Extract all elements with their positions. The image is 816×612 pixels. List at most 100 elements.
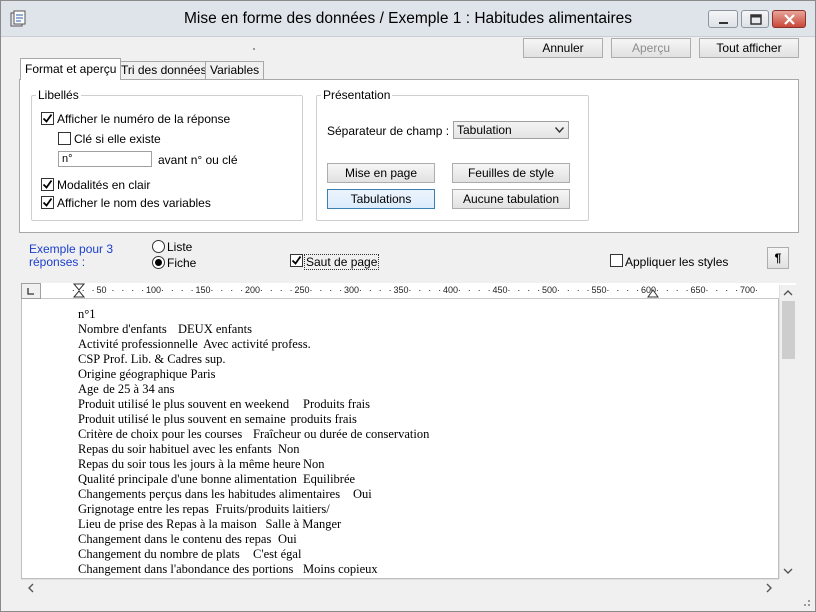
presentation-group: Présentation Séparateur de champ : Tabul…: [316, 88, 589, 221]
ruler-dot: [736, 290, 738, 291]
maximize-button[interactable]: [741, 10, 769, 28]
document-line: Produit utilisé le plus souvent en weeke…: [78, 397, 371, 411]
ruler-tick-label: 700: [740, 285, 756, 295]
tab-data-sort[interactable]: Tri des données: [116, 61, 212, 79]
ruler-dot: [637, 290, 639, 291]
scroll-down-icon[interactable]: [780, 563, 796, 579]
clear-modalities-checkbox[interactable]: [41, 178, 54, 191]
separator-select[interactable]: Tabulation: [453, 121, 569, 139]
ruler-dot: [478, 290, 480, 291]
ruler-dot: [241, 290, 243, 291]
document-line: Nombre d'enfants DEUX enfants: [78, 322, 252, 336]
resize-grip-icon[interactable]: [799, 595, 813, 609]
right-margin-marker-icon[interactable]: [647, 289, 659, 298]
document-line: Activité professionnelle Avec activité p…: [78, 337, 311, 351]
ruler-dot: [290, 290, 292, 291]
no-tabulation-button[interactable]: Aucune tabulation: [452, 189, 570, 209]
vertical-scrollbar[interactable]: [779, 285, 796, 579]
chevron-down-icon: [555, 127, 564, 133]
ruler-tick-label: 650: [690, 285, 706, 295]
close-button[interactable]: [772, 10, 806, 28]
presentation-group-title: Présentation: [321, 88, 393, 102]
show-response-number-label: Afficher le numéro de la réponse: [57, 112, 231, 126]
ruler-dot: [429, 290, 431, 291]
ruler-dot: [577, 290, 579, 291]
ruler-dot: [726, 290, 728, 291]
vertical-scroll-thumb[interactable]: [782, 301, 795, 359]
indent-marker-icon[interactable]: [73, 283, 85, 298]
show-variable-names-label: Afficher le nom des variables: [57, 196, 211, 210]
ruler-dot: [320, 290, 322, 291]
ruler-dot: [528, 290, 530, 291]
page-break-checkbox[interactable]: [290, 254, 303, 267]
ruler-dot: [557, 290, 559, 291]
show-all-button[interactable]: Tout afficher: [699, 38, 799, 58]
paragraph-mark-button[interactable]: ¶: [767, 247, 789, 269]
cancel-button[interactable]: Annuler: [523, 38, 603, 58]
ruler-dot: [706, 290, 708, 291]
ruler-tick-label: 50: [96, 285, 107, 295]
tab-panel: Libellés Afficher le numéro de la répons…: [19, 79, 799, 233]
ruler-tick-label: 250: [294, 285, 310, 295]
ruler-dot: [142, 290, 144, 291]
ruler: 50 100 150 200 250 300 350 400 450 500 550 600 650 70…: [21, 283, 796, 299]
list-radio[interactable]: [152, 240, 165, 253]
ruler-dot: [122, 290, 124, 291]
document-line: Grignotage entre les repas Fruits/produi…: [78, 502, 330, 516]
ruler-tick-label: 200: [245, 285, 261, 295]
minimize-button[interactable]: [708, 10, 738, 28]
prefix-input[interactable]: n°: [58, 151, 152, 167]
scroll-up-icon[interactable]: [780, 285, 796, 301]
ruler-dot: [389, 290, 391, 291]
ruler-dot: [181, 290, 183, 291]
ruler-dot: [458, 290, 460, 291]
checkmark-icon: [291, 255, 302, 265]
horizontal-scrollbar[interactable]: [21, 579, 779, 595]
ruler-dot: [359, 290, 361, 291]
tab-format-preview[interactable]: Format et aperçu: [20, 58, 122, 80]
ruler-dot: [508, 290, 510, 291]
key-if-exists-checkbox[interactable]: [58, 132, 71, 145]
list-radio-label: Liste: [167, 240, 193, 254]
ruler-dot: [567, 290, 569, 291]
ruler-dot: [627, 290, 629, 291]
sheet-radio-label: Fiche: [167, 256, 197, 270]
ruler-tick-label: 300: [344, 285, 360, 295]
document-line: Changement dans le contenu des repas Oui: [78, 532, 297, 546]
apply-styles-label: Appliquer les styles: [625, 255, 729, 269]
ruler-dot: [231, 290, 233, 291]
dialog-window: Mise en forme des données / Exemple 1 : …: [0, 0, 816, 612]
ruler-dot: [310, 290, 312, 291]
document-line: CSP Prof. Lib. & Cadres sup.: [78, 352, 226, 366]
preview-button[interactable]: Aperçu: [611, 38, 691, 58]
scroll-left-icon[interactable]: [23, 580, 39, 596]
document-preview[interactable]: n°1 Nombre d'enfants DEUX enfants Activité…: [21, 299, 779, 579]
document-line: Produit utilisé le plus souvent en semai…: [78, 412, 357, 426]
show-response-number-checkbox[interactable]: [41, 112, 54, 125]
page-setup-button[interactable]: Mise en page: [327, 163, 435, 183]
ruler-dot: [112, 290, 114, 291]
scroll-right-icon[interactable]: [761, 580, 777, 596]
labels-group-title: Libellés: [36, 88, 81, 102]
tabulations-button[interactable]: Tabulations: [327, 189, 435, 209]
checkmark-icon: [42, 113, 53, 123]
key-if-exists-label: Clé si elle existe: [74, 132, 161, 146]
tab-variables[interactable]: Variables: [205, 61, 265, 79]
ruler-tick-label: 400: [443, 285, 459, 295]
document-line: n°1: [78, 307, 96, 321]
document-line: Lieu de prise des Repas à la maison Sall…: [78, 517, 342, 531]
show-variable-names-checkbox[interactable]: [41, 196, 54, 209]
checkmark-icon: [42, 179, 53, 189]
ruler-dot: [340, 290, 342, 291]
stylesheets-button[interactable]: Feuilles de style: [452, 163, 570, 183]
ruler-tick-label: 100: [146, 285, 162, 295]
ruler-dot: [666, 290, 668, 291]
ruler-dot: [488, 290, 490, 291]
tab-type-selector[interactable]: [21, 283, 41, 299]
sheet-radio[interactable]: [152, 256, 165, 269]
document-line: Qualité principale d'une bonne alimentat…: [78, 472, 356, 486]
apply-styles-checkbox[interactable]: [610, 254, 623, 267]
close-icon: [784, 14, 795, 25]
ruler-dot: [538, 290, 540, 291]
minimize-icon: [719, 22, 728, 24]
